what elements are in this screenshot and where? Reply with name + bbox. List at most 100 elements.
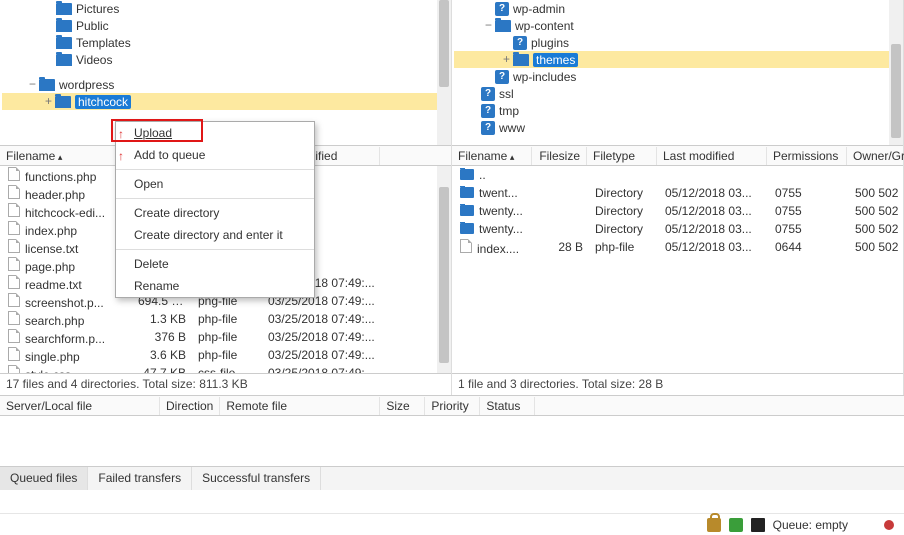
folder-icon [495,20,511,32]
file-icon [8,221,20,235]
file-row[interactable]: .. [452,166,903,184]
col-filename[interactable]: Filename [0,147,130,165]
queue-header: Server/Local file Direction Remote file … [0,395,904,416]
tree-node[interactable]: +themes [454,51,901,68]
file-icon [8,365,20,374]
file-icon [8,347,20,361]
scrollbar[interactable] [437,0,451,145]
file-name: hitchcock-edi... [25,206,105,220]
file-row[interactable]: style.css 47.7 KB css-file 03/25/2018 07… [0,364,451,373]
tab-failed[interactable]: Failed transfers [88,467,192,490]
tree-label: wp-content [515,19,574,33]
tree-node[interactable]: ?ssl [454,85,901,102]
file-icon [8,203,20,217]
menu-add-queue[interactable]: ↑ Add to queue [116,144,314,166]
tree-node[interactable]: ?plugins [454,34,901,51]
file-row[interactable]: searchform.p... 376 B php-file 03/25/201… [0,328,451,346]
tree-label: www [499,121,525,135]
file-modified: 03/25/2018 07:49:... [262,312,382,326]
tree-node-selected[interactable]: +hitchcock [2,93,449,110]
file-name: searchform.p... [25,332,105,346]
col-size[interactable]: Size [380,397,425,415]
col-filetype[interactable]: Filetype [587,147,657,165]
menu-create-dir[interactable]: Create directory [116,202,314,224]
col-status[interactable]: Status [480,397,535,415]
file-icon [8,293,20,307]
scrollbar[interactable] [889,0,903,145]
expand-icon[interactable]: + [42,96,55,108]
file-row[interactable]: twent... Directory 05/12/2018 03... 0755… [452,184,903,202]
menu-open[interactable]: Open [116,173,314,195]
tab-queued[interactable]: Queued files [0,467,88,490]
folder-icon [460,223,474,234]
file-type: css-file [192,366,262,373]
file-name: license.txt [25,242,78,256]
col-lastmod[interactable]: Last modified [657,147,767,165]
menu-rename[interactable]: Rename [116,275,314,297]
tree-node[interactable]: ?wp-admin [454,0,901,17]
col-owner[interactable]: Owner/Grou [847,147,904,165]
file-modified: 03/25/2018 07:49:... [262,366,382,373]
folder-icon [56,37,72,49]
tree-node[interactable]: Videos [2,51,449,68]
menu-delete[interactable]: Delete [116,253,314,275]
file-name: .. [479,168,486,182]
tab-bar: Queued files Failed transfers Successful… [0,466,904,490]
tree-label: plugins [531,36,569,50]
file-owner: 500 502 [849,222,903,236]
file-name: twent... [479,186,518,200]
expand-icon[interactable]: + [500,54,513,66]
col-permissions[interactable]: Permissions [767,147,847,165]
col-filename[interactable]: Filename [452,147,532,165]
file-type: php-file [192,348,262,362]
collapse-icon[interactable]: − [482,20,495,32]
tree-label: Templates [76,36,131,50]
menu-separator [116,169,314,170]
tree-node[interactable]: Templates [2,34,449,51]
file-icon [8,329,20,343]
remote-pane: ?wp-admin − wp-content?plugins+themes?wp-i… [452,0,904,395]
context-menu: ↑ Upload ↑ Add to queue Open Create dire… [115,121,315,298]
file-type: php-file [192,330,262,344]
file-type: php-file [589,240,659,254]
file-icon [8,185,20,199]
tree-node[interactable]: ?tmp [454,102,901,119]
file-row[interactable]: twenty... Directory 05/12/2018 03... 075… [452,220,903,238]
tree-node[interactable]: ?www [454,119,901,136]
tree-node[interactable]: − wp-content [454,17,901,34]
file-icon [8,275,20,289]
col-filesize[interactable]: Filesize [532,147,587,165]
file-row[interactable]: search.php 1.3 KB php-file 03/25/2018 07… [0,310,451,328]
remote-file-list[interactable]: .. twent... Directory 05/12/2018 03... 0… [452,166,903,373]
lock-icon [707,518,721,532]
menu-upload[interactable]: ↑ Upload [116,122,314,144]
collapse-icon[interactable]: − [26,79,39,91]
tab-successful[interactable]: Successful transfers [192,467,321,490]
tree-node[interactable]: ?wp-includes [454,68,901,85]
tree-label: Videos [76,53,112,67]
queue-body[interactable] [0,416,904,466]
file-modified: 03/25/2018 07:49:... [262,330,382,344]
folder-icon [460,187,474,198]
file-row[interactable]: single.php 3.6 KB php-file 03/25/2018 07… [0,346,451,364]
tree-node[interactable]: Public [2,17,449,34]
menu-create-dir-enter[interactable]: Create directory and enter it [116,224,314,246]
file-type: Directory [589,204,659,218]
col-remote-file[interactable]: Remote file [220,397,380,415]
tree-node[interactable]: −wordpress [2,76,449,93]
file-modified: 05/12/2018 03... [659,186,769,200]
col-priority[interactable]: Priority [425,397,480,415]
file-modified: 05/12/2018 03... [659,204,769,218]
file-row[interactable]: index.... 28 B php-file 05/12/2018 03...… [452,238,903,256]
status-dot-icon [884,520,894,530]
tree-node[interactable]: Pictures [2,0,449,17]
file-name: header.php [25,188,85,202]
col-server-local[interactable]: Server/Local file [0,397,160,415]
file-size: 1.3 KB [132,312,192,326]
remote-tree[interactable]: ?wp-admin − wp-content?plugins+themes?wp-i… [452,0,903,145]
col-direction[interactable]: Direction [160,397,220,415]
file-permissions: 0755 [769,186,849,200]
file-row[interactable]: twenty... Directory 05/12/2018 03... 075… [452,202,903,220]
scrollbar[interactable] [437,166,451,373]
file-size: 3.6 KB [132,348,192,362]
